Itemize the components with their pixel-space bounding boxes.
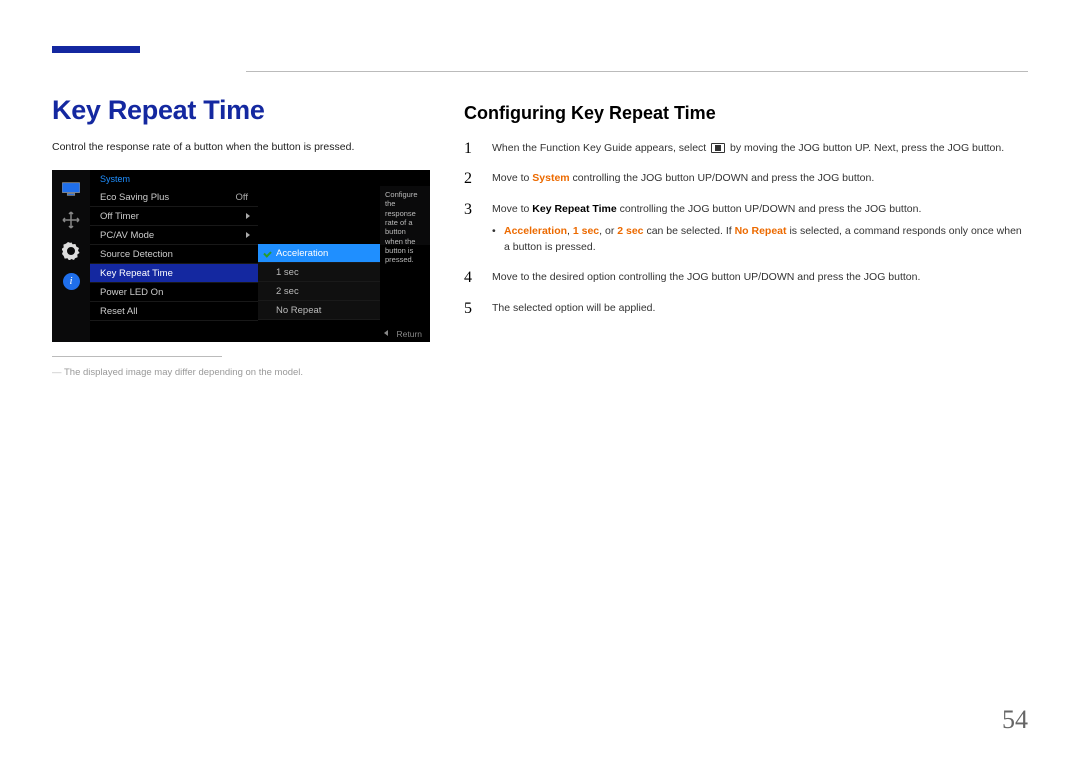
page-number: 54 [1002,705,1028,735]
sub-bullet: Acceleration, 1 sec, or 2 sec can be sel… [492,223,1028,256]
keyword-system: System [532,172,569,184]
osd-item-value: Off [236,188,249,207]
osd-item-label: Reset All [100,306,138,317]
check-icon [262,248,272,258]
move-icon [62,211,80,229]
osd-item-offtimer: Off Timer [90,207,258,226]
step-text: Move to [492,172,532,184]
keyword-2sec: 2 sec [617,225,643,237]
header-accent-bar [52,46,140,53]
step-5: The selected option will be applied. [464,300,1028,316]
chevron-right-icon [246,213,250,219]
step-2: Move to System controlling the JOG butto… [464,170,1028,186]
osd-item-label: Power LED On [100,287,163,298]
step-list: When the Function Key Guide appears, sel… [464,140,1028,316]
step-text: controlling the JOG button UP/DOWN and p… [570,172,875,184]
osd-item-label: Source Detection [100,249,173,260]
osd-sub-label: Acceleration [276,248,328,259]
osd-sub-item-1sec: 1 sec [258,263,380,282]
osd-sub-item-norepeat: No Repeat [258,301,380,320]
chevron-right-icon [246,232,250,238]
osd-desc-box: Configure the response rate of a button … [380,186,430,245]
left-column: Key Repeat Time Control the response rat… [52,65,430,378]
osd-screenshot: i System Eco Saving Plus Off Off Timer PC… [52,170,430,342]
osd-sidebar: i [52,170,90,342]
menu-icon [711,143,725,153]
page-title: Key Repeat Time [52,95,430,126]
step-text: When the Function Key Guide appears, sel… [492,142,709,154]
step-text: can be selected. If [644,225,735,237]
step-text: Move to [492,203,532,215]
keyword-norepeat: No Repeat [735,225,787,237]
step-1: When the Function Key Guide appears, sel… [464,140,1028,156]
triangle-left-icon [384,330,388,336]
osd-menu: Eco Saving PlusOff Off Timer PC/AV Mode … [90,188,258,321]
right-column: Configuring Key Repeat Time When the Fun… [464,65,1028,378]
osd-item-resetall: Reset All [90,302,258,321]
footnote-divider [52,356,222,357]
osd-submenu: Acceleration 1 sec 2 sec No Repeat [258,244,380,320]
step-text: , or [599,225,617,237]
keyword-1sec: 1 sec [573,225,599,237]
step-4: Move to the desired option controlling t… [464,269,1028,285]
osd-item-eco: Eco Saving Plus Off [90,188,258,207]
osd-item-label: Key Repeat Time [100,268,173,279]
section-subtitle: Configuring Key Repeat Time [464,103,1028,124]
osd-item-label: Off Timer [100,211,139,222]
osd-item-source: Source Detection [90,245,258,264]
monitor-icon [62,180,80,198]
osd-item-label: Eco Saving Plus [100,192,169,203]
footnote-text: The displayed image may differ depending… [52,367,430,378]
osd-header: System [90,170,430,186]
keyword-accel: Acceleration [504,225,567,237]
step-3: Move to Key Repeat Time controlling the … [464,201,1028,256]
osd-footer: Return [90,327,430,342]
gear-icon [62,242,80,260]
osd-sub-item-2sec: 2 sec [258,282,380,301]
osd-item-label: PC/AV Mode [100,230,154,241]
osd-item-pcav: PC/AV Mode [90,226,258,245]
step-text: controlling the JOG button UP/DOWN and p… [617,203,922,215]
sub-bullet-list: Acceleration, 1 sec, or 2 sec can be sel… [492,223,1028,256]
step-text: by moving the JOG button UP. Next, press… [727,142,1004,154]
osd-sub-item-accel: Acceleration [258,244,380,263]
section-description: Control the response rate of a button wh… [52,140,430,156]
keyword-keyrepeat: Key Repeat Time [532,203,616,215]
osd-item-powerled: Power LED On [90,283,258,302]
osd-item-keyrepeat: Key Repeat Time [90,264,258,283]
header-divider [246,71,1028,72]
osd-footer-label: Return [396,329,422,339]
info-icon: i [63,273,80,290]
